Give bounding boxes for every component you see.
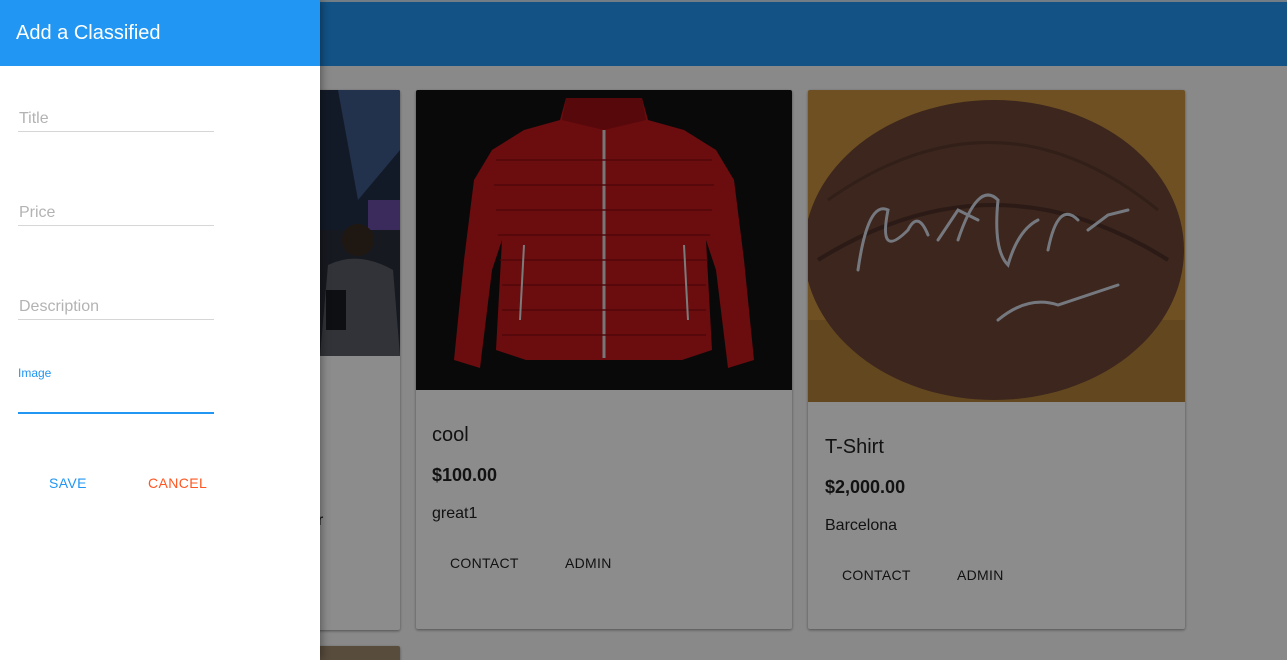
description-input[interactable] <box>18 294 214 320</box>
description-field <box>18 294 214 320</box>
image-field: Image <box>18 366 214 414</box>
image-input[interactable] <box>18 388 214 414</box>
title-field <box>18 106 214 132</box>
drawer-title: Add a Classified <box>16 22 161 44</box>
price-input[interactable] <box>18 200 214 226</box>
cancel-button[interactable]: CANCEL <box>148 475 207 491</box>
image-field-label: Image <box>18 366 52 380</box>
save-button[interactable]: SAVE <box>49 475 87 491</box>
drawer-header: Add a Classified <box>0 0 320 66</box>
price-field <box>18 200 214 226</box>
page: r cool $100.00 great1 CONTACT ADMIN T-Sh… <box>0 0 1287 660</box>
add-classified-drawer: Add a Classified Image SAVE CANCEL <box>0 0 320 660</box>
title-input[interactable] <box>18 106 214 132</box>
